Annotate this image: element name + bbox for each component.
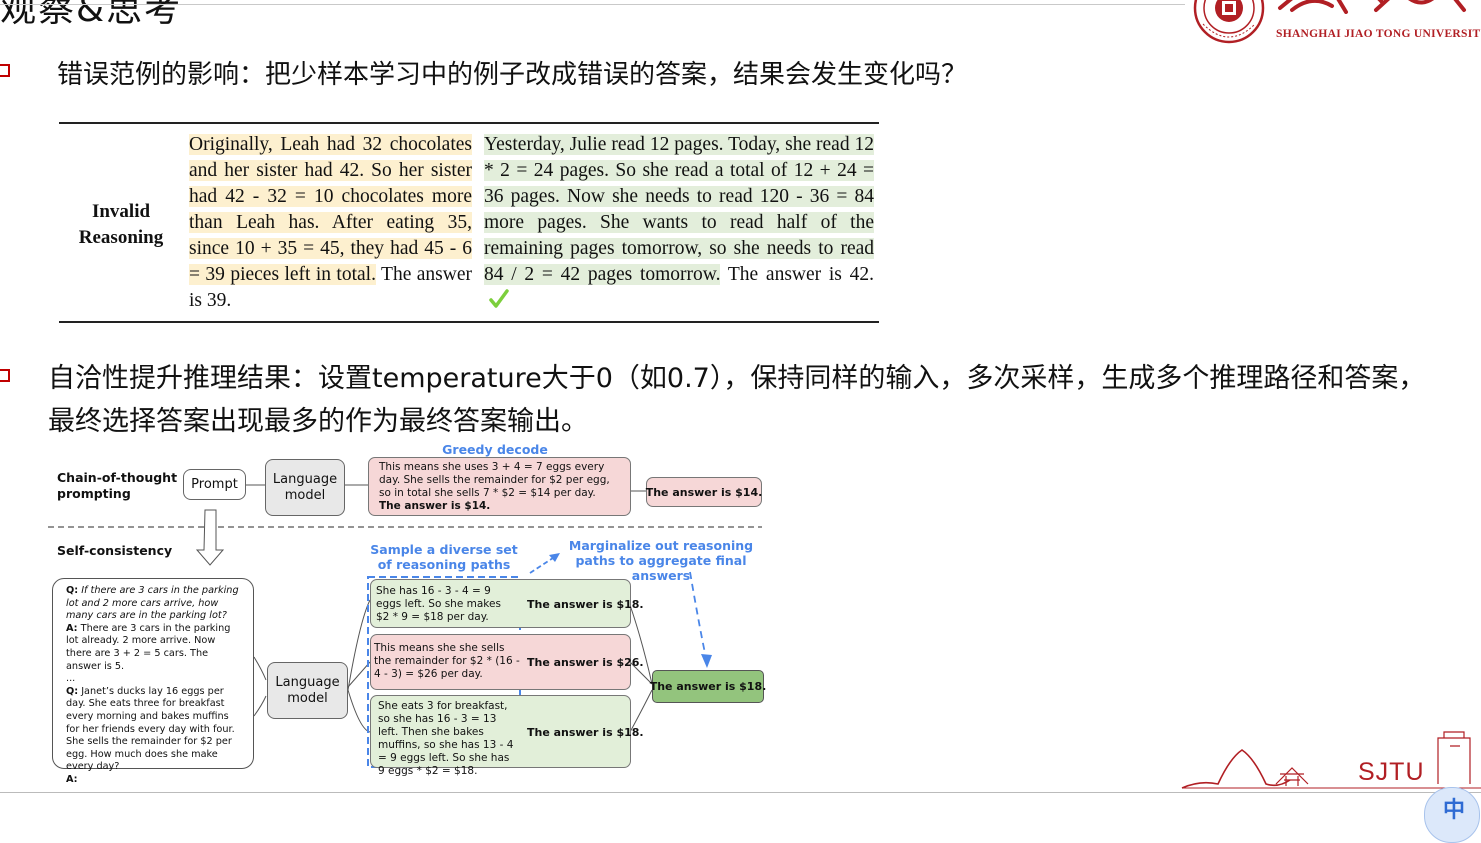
path-answer-2: The answer is $26. [527,656,644,669]
a1-text: There are 3 cars in the parking lot alre… [66,622,231,672]
sjtu-text: SJTU [1358,758,1425,786]
greedy-answer-box: The answer is $14. [646,477,762,507]
invalid-reasoning-example-left: Originally, Leah had 32 chocolates and h… [189,132,472,314]
prompt-box: Prompt [183,469,246,500]
ime-zh-icon[interactable]: 中 [1424,787,1480,843]
a1-prefix: A: [66,622,78,634]
bullet-2-text: 自洽性提升推理结果：设置temperature大于0（如0.7），保持同样的输入… [48,363,1426,437]
sample-label: Sample a diverse set of reasoning paths [370,542,518,572]
invalid-reasoning-example-right: Yesterday, Julie read 12 pages. Today, s… [484,132,874,314]
greedy-decode-label: Greedy decode [442,442,548,457]
path-text-2: This means she she sells the remainder f… [374,642,520,680]
university-name-en: SHANGHAI JIAO TONG UNIVERSITY [1276,28,1481,40]
path-text-1: She has 16 - 3 - 4 = 9 eggs left. So she… [376,585,501,623]
q1-text: If there are 3 cars in the parking lot a… [66,585,239,622]
marginalize-label: Marginalize out reasoning paths to aggre… [568,538,754,583]
bullet-marker [0,369,10,382]
ime-zh-label: 中 [1443,798,1466,823]
path-box-1: She has 16 - 3 - 4 = 9 eggs left. So she… [370,579,644,628]
q2-prefix: Q: [66,685,79,697]
right-highlight-text: Yesterday, Julie read 12 pages. Today, s… [484,134,874,285]
bullet-marker [0,64,10,77]
greedy-reasoning-bold: The answer is $14. [379,500,491,512]
table-row-label: Invalid Reasoning [78,201,164,248]
path-box-3: She eats 3 for breakfast, so she has 16 … [370,695,644,777]
path-box-2: This means she she sells the remainder f… [370,634,644,690]
university-seal-icon [1193,0,1265,44]
cot-label: Chain-of-thought prompting [57,470,178,501]
left-highlight-text: Originally, Leah had 32 chocolates and h… [189,134,472,285]
bullet-1-text: 错误范例的影响：把少样本学习中的例子改成错误的答案，结果会发生变化吗？ [57,60,968,90]
table-top-rule [59,122,879,124]
few-shot-prompt-box: Q: If there are 3 cars in the parking lo… [52,578,254,785]
greedy-reasoning-text: This means she uses 3 + 4 = 7 eggs every… [379,461,610,499]
check-icon [489,289,509,308]
right-answer-text: The answer is 42. [727,264,874,285]
a2-prefix: A: [66,773,78,785]
language-model-box-bottom: Language model [267,662,348,719]
ellipsis: ... [66,673,76,685]
footer-rule [0,792,1481,793]
table-bottom-rule [59,321,879,323]
path-answer-1: The answer is $18. [527,598,644,611]
university-name-cn-logo [1278,0,1466,14]
title-divider [0,4,1185,5]
q1-prefix: Q: [66,585,79,596]
path-text-3: She eats 3 for breakfast, so she has 16 … [378,700,514,777]
final-answer-box: The answer is $18. [650,670,766,703]
q2-text: Janet’s ducks lay 16 eggs per day. She e… [66,685,235,773]
language-model-box-top: Language model [265,459,345,516]
path-answer-3: The answer is $18. [527,726,644,739]
greedy-reasoning-box: This means she uses 3 + 4 = 7 eggs every… [368,457,631,516]
self-consistency-label: Self-consistency [57,543,173,558]
